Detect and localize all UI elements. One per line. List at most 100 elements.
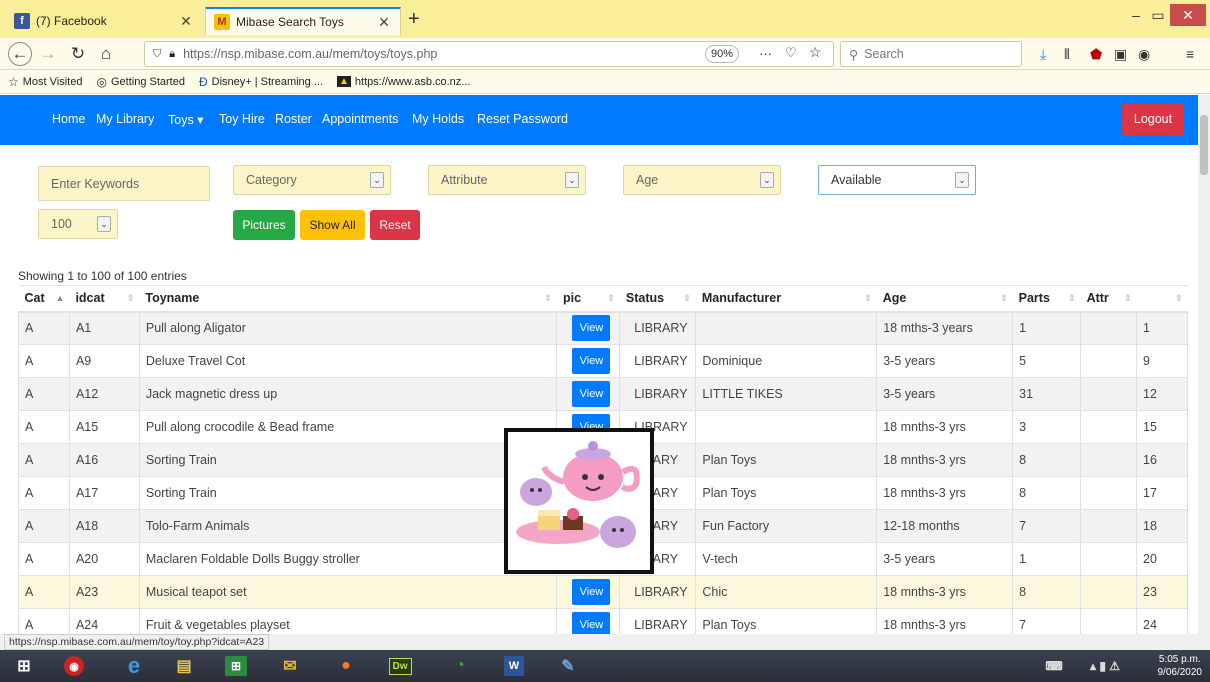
age-select[interactable]: Age ⌄ (623, 165, 781, 195)
category-select[interactable]: Category ⌄ (233, 165, 391, 195)
table-row[interactable]: A A12 Jack magnetic dress up View LIBRARY LIT… (18, 377, 1188, 411)
header-pic[interactable]: pic ⇕ (556, 285, 620, 313)
system-tray-icons[interactable]: ▴ ▮ ⚠ (1070, 652, 1140, 680)
bookmark-most-visited[interactable]: ☆ Most Visited (8, 75, 82, 89)
header-cat[interactable]: Cat ▲ (18, 285, 70, 313)
table-row[interactable]: A A1 Pull along Aligator View LIBRARY 18 mths… (18, 311, 1188, 345)
cell-age: 18 mnths-3 yrs (876, 476, 1014, 510)
cell-cat: A (18, 542, 70, 576)
close-tab-icon[interactable]: ✕ (376, 14, 392, 31)
table-header: Cat ▲ idcat ⇕ Toyname ⇕ pic ⇕ Status ⇕ Manufa… (18, 285, 1188, 313)
cell-name: Sorting Train (139, 476, 558, 510)
table-row[interactable]: A A9 Deluxe Travel Cot View LIBRARY Dominique… (18, 344, 1188, 378)
reload-icon[interactable]: ↻ (66, 42, 90, 66)
windows-start-icon[interactable]: ⊞ (4, 652, 44, 680)
view-button[interactable]: View (572, 579, 611, 605)
bookmark-asb[interactable]: ▲ https://www.asb.co.nz... (337, 76, 470, 88)
firefox-taskbar-icon[interactable]: ● (326, 652, 366, 680)
taskbar-clock[interactable]: 5:05 p.m. 9/06/2020 (1158, 653, 1203, 679)
nav-appointments[interactable]: Appointments (322, 112, 398, 126)
pictures-button[interactable]: Pictures (233, 210, 295, 240)
mail-icon[interactable]: ✉ (270, 652, 310, 680)
nav-toy-hire[interactable]: Toy Hire (219, 112, 265, 126)
header-status[interactable]: Status ⇕ (619, 285, 696, 313)
url-bar[interactable]: ⛉ 🔒︎ https://nsp.mibase.com.au/mem/toys/… (144, 41, 834, 67)
back-icon[interactable]: ← (8, 42, 32, 66)
download-icon[interactable]: ⤓ (1040, 46, 1046, 63)
availability-label: Available (831, 173, 882, 187)
bookmark-getting-started[interactable]: ◎ Getting Started (96, 75, 184, 89)
bookmark-star-icon[interactable]: ☆ (809, 44, 822, 61)
search-placeholder: Search (864, 47, 904, 61)
reset-button[interactable]: Reset (370, 210, 420, 240)
view-button[interactable]: View (572, 381, 611, 407)
cell-cat: A (18, 575, 70, 609)
vertical-scrollbar[interactable] (1198, 95, 1210, 634)
header-toyname[interactable]: Toyname ⇕ (139, 285, 557, 313)
paint-icon[interactable]: ✎ (548, 652, 588, 680)
maximize-button[interactable]: ▭ (1148, 4, 1168, 26)
cell-attr (1080, 575, 1137, 609)
zoom-level[interactable]: 90% (705, 45, 739, 63)
table-row[interactable]: A A24 Fruit & vegetables playset View LIBRAR… (18, 608, 1188, 634)
nav-home[interactable]: Home (52, 112, 85, 126)
header-label: idcat (75, 291, 105, 306)
header-parts[interactable]: Parts ⇕ (1012, 285, 1081, 313)
header-age[interactable]: Age ⇕ (876, 285, 1013, 313)
word-icon[interactable]: W (494, 652, 534, 680)
nav-my-holds[interactable]: My Holds (412, 112, 464, 126)
cell-parts: 7 (1012, 509, 1082, 543)
pocket-icon[interactable]: ♡ (785, 45, 797, 61)
media-player-icon[interactable]: ◉ (54, 652, 94, 680)
header-extra[interactable]: ⇕ (1136, 285, 1188, 313)
sort-icon: ⇕ (1000, 293, 1008, 303)
tab-facebook[interactable]: f (7) Facebook ✕ (6, 7, 202, 35)
close-window-button[interactable]: ✕ (1170, 4, 1206, 26)
library-icon[interactable]: ⫴ (1064, 46, 1070, 63)
nav-roster[interactable]: Roster (275, 112, 312, 126)
new-tab-button[interactable]: + (408, 8, 420, 31)
close-tab-icon[interactable]: ✕ (178, 13, 194, 30)
sort-asc-icon: ▲ (55, 293, 65, 303)
show-all-button[interactable]: Show All (300, 210, 365, 240)
attribute-select[interactable]: Attribute ⌄ (428, 165, 586, 195)
keyboard-icon[interactable]: ⌨ (1034, 652, 1074, 680)
nav-reset-password[interactable]: Reset Password (477, 112, 568, 126)
bookmark-disney[interactable]: Ð Disney+ | Streaming ... (199, 75, 323, 89)
tab-mibase[interactable]: M Mibase Search Toys ✕ (205, 7, 401, 35)
view-button[interactable]: View (572, 612, 611, 634)
scrollbar-thumb[interactable] (1200, 115, 1208, 175)
sidebar-icon[interactable]: ▣ (1114, 46, 1127, 63)
page-actions-icon[interactable]: ··· (759, 46, 772, 61)
link-status-bar: https://nsp.mibase.com.au/mem/toy/toy.ph… (4, 634, 270, 650)
cell-idcat: A17 (69, 476, 140, 510)
availability-select[interactable]: Available ⌄ (818, 165, 976, 195)
view-button[interactable]: View (572, 348, 611, 374)
minimize-button[interactable]: – (1126, 4, 1146, 26)
whatsapp-icon[interactable]: ◔ (440, 652, 480, 680)
cell-age: 18 mnths-3 yrs (876, 575, 1014, 609)
nav-toys[interactable]: Toys ▾ (168, 112, 203, 127)
internet-explorer-icon[interactable]: e (114, 652, 154, 680)
dreamweaver-icon[interactable]: Dw (380, 652, 420, 680)
view-button[interactable]: View (572, 315, 611, 342)
header-idcat[interactable]: idcat ⇕ (69, 285, 140, 313)
menu-icon[interactable]: ≡ (1186, 46, 1194, 62)
account-icon[interactable]: ◉ (1138, 46, 1150, 63)
cell-pic: View (556, 575, 621, 609)
home-icon[interactable]: ⌂ (94, 42, 118, 66)
table-row[interactable]: A A23 Musical teapot set View LIBRARY Chic 18 … (18, 575, 1188, 609)
logout-button[interactable]: Logout (1122, 103, 1184, 135)
nav-my-library[interactable]: My Library (96, 112, 154, 126)
cell-attr (1080, 410, 1137, 444)
store-icon[interactable]: ⊞ (216, 652, 256, 680)
page-size-select[interactable]: 100 ⌄ (38, 209, 118, 239)
header-manufacturer[interactable]: Manufacturer ⇕ (695, 285, 877, 313)
forward-icon[interactable]: → (36, 42, 60, 66)
file-explorer-icon[interactable]: ▤ (164, 652, 204, 680)
search-input[interactable]: ⚲ Search (840, 41, 1022, 67)
keywords-input[interactable]: Enter Keywords (38, 166, 210, 201)
header-attr[interactable]: Attr ⇕ (1080, 285, 1137, 313)
ublock-icon[interactable]: ⬟ (1090, 46, 1102, 63)
cell-name: Musical teapot set (139, 575, 558, 609)
